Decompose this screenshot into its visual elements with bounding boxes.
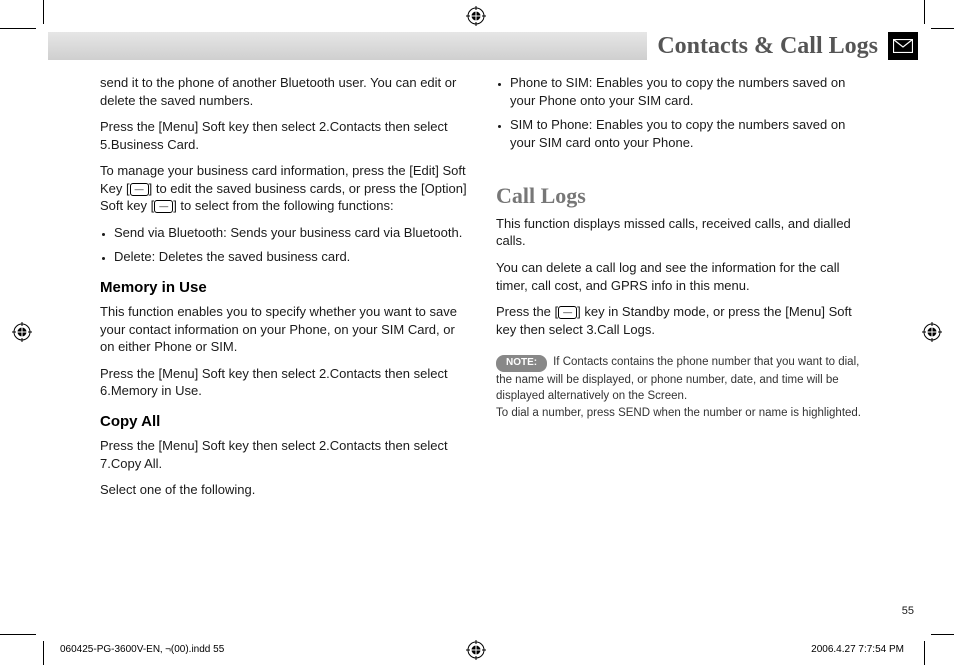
left-softkey-icon: —	[130, 183, 149, 196]
list-item: Delete: Deletes the saved business card.	[114, 248, 470, 266]
body-text: To manage your business card information…	[100, 162, 470, 215]
envelope-icon	[888, 32, 918, 60]
body-text: This function enables you to specify whe…	[100, 303, 470, 356]
list-item: SIM to Phone: Enables you to copy the nu…	[510, 116, 866, 151]
footer-timestamp: 2006.4.27 7:7:54 PM	[811, 644, 904, 655]
body-text: Press the [Menu] Soft key then select 2.…	[100, 437, 470, 472]
note-badge: NOTE:	[496, 355, 547, 372]
list-item: Send via Bluetooth: Sends your business …	[114, 224, 470, 242]
page-number: 55	[902, 605, 914, 617]
body-text: Press the [—] key in Standby mode, or pr…	[496, 303, 866, 338]
body-text: send it to the phone of another Bluetoot…	[100, 74, 470, 109]
registration-mark-icon	[922, 322, 942, 342]
right-softkey-icon: —	[154, 200, 173, 213]
chapter-header-bar: Contacts & Call Logs	[48, 32, 918, 60]
subheading-copy-all: Copy All	[100, 412, 470, 432]
right-column: Phone to SIM: Enables you to copy the nu…	[496, 74, 866, 508]
section-heading-call-logs: Call Logs	[496, 181, 866, 211]
body-text: Press the [Menu] Soft key then select 2.…	[100, 365, 470, 400]
body-text: This function displays missed calls, rec…	[496, 215, 866, 250]
list-item: Phone to SIM: Enables you to copy the nu…	[510, 74, 866, 109]
footer-filename: 060425-PG-3600V-EN‚ ¬(00).indd 55	[60, 644, 224, 655]
chapter-title: Contacts & Call Logs	[647, 32, 888, 60]
note-block: NOTE:If Contacts contains the phone numb…	[496, 354, 866, 422]
note-text: If Contacts contains the phone number th…	[496, 356, 861, 419]
registration-mark-icon	[12, 322, 32, 342]
send-key-icon: —	[558, 306, 577, 319]
body-text: You can delete a call log and see the in…	[496, 259, 866, 294]
subheading-memory-in-use: Memory in Use	[100, 278, 470, 298]
left-column: send it to the phone of another Bluetoot…	[100, 74, 470, 508]
body-text: Press the [Menu] Soft key then select 2.…	[100, 118, 470, 153]
print-footer: 060425-PG-3600V-EN‚ ¬(00).indd 55 2006.4…	[60, 644, 904, 655]
registration-mark-icon	[466, 6, 486, 26]
body-text: Select one of the following.	[100, 481, 470, 499]
